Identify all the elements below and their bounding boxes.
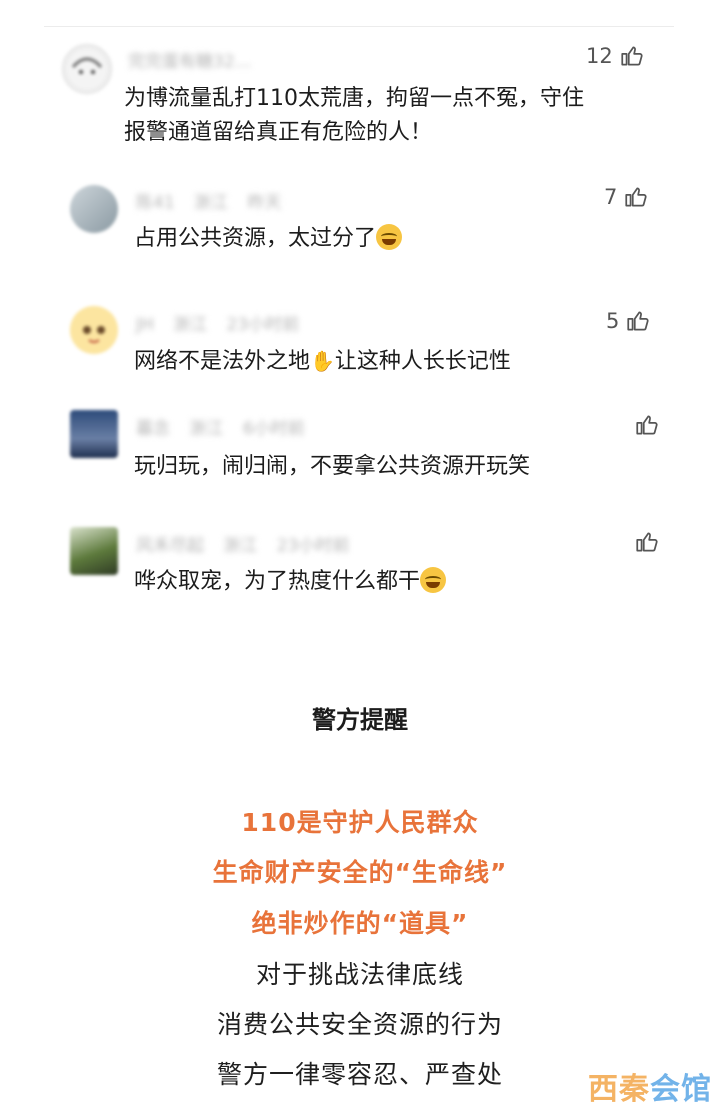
comment-location: 浙江 — [223, 536, 258, 556]
praying-hands-emoji-icon: ✋ — [310, 349, 335, 373]
comment-text: 占用公共资源，太过分了 — [134, 222, 403, 256]
notice-line: 绝非炒作的“道具” — [251, 909, 469, 938]
comment-meta: 完完蛋有糖32… — [128, 47, 252, 72]
notice-line: 110是守护人民群众 — [241, 808, 479, 837]
username[interactable]: 完完蛋有糖32… — [128, 52, 252, 72]
comment-location: 浙江 — [194, 193, 229, 213]
comment-meta: 陈41 浙江 昨天 — [136, 188, 281, 213]
thumbs-up-icon — [636, 532, 658, 552]
watermark-logo: 西秦会馆 — [588, 1064, 712, 1108]
username[interactable]: 暮念 — [136, 419, 170, 439]
like-count: 7 — [604, 185, 618, 209]
user-avatar[interactable] — [70, 527, 118, 575]
comment-time: 昨天 — [247, 193, 282, 213]
user-avatar[interactable] — [70, 410, 118, 458]
comment-text-line: 网络不是法外之地 — [134, 349, 311, 374]
comment-text-line: 为博流量乱打110太荒唐，拘留一点不冤，守住 — [124, 86, 584, 111]
user-avatar[interactable] — [70, 306, 118, 354]
comment-time: 23小时前 — [276, 536, 350, 556]
comment-location: 浙江 — [173, 315, 208, 335]
laughing-tears-emoji-icon — [420, 567, 447, 593]
notice-title: 警方提醒 — [312, 706, 408, 734]
username[interactable]: 陈41 — [136, 193, 175, 213]
comment-meta: JH 浙江 23小时前 — [136, 310, 299, 335]
comment-text-line: 哗众取宠，为了热度什么都干 — [134, 569, 421, 594]
username[interactable]: JH — [136, 315, 154, 335]
user-avatar[interactable] — [62, 44, 112, 94]
watermark-text: 西秦 — [588, 1072, 650, 1107]
comment-meta: 风禾尽起 浙江 23小时前 — [136, 531, 349, 556]
comment-text-line: 玩归玩，闹归闹，不要拿公共资源开玩笑 — [134, 454, 531, 479]
comment-text-line: 让这种人长长记性 — [334, 349, 511, 374]
laughing-tears-emoji-icon — [376, 224, 403, 250]
comment-text: 哗众取宠，为了热度什么都干 — [134, 565, 447, 599]
like-button[interactable] — [628, 529, 660, 555]
watermark-text: 会馆 — [650, 1072, 712, 1107]
comment-text-line: 占用公共资源，太过分了 — [134, 226, 377, 251]
comment-text: 玩归玩，闹归闹，不要拿公共资源开玩笑 — [134, 450, 530, 484]
like-button[interactable] — [628, 412, 660, 438]
like-count: 5 — [606, 309, 620, 333]
username[interactable]: 风禾尽起 — [136, 536, 204, 556]
comment-time: 23小时前 — [226, 315, 300, 335]
like-button[interactable]: 7 — [604, 184, 649, 210]
comment-location: 浙江 — [189, 419, 224, 439]
user-avatar[interactable] — [70, 185, 118, 233]
thumbs-up-icon — [621, 46, 643, 66]
like-count: 12 — [586, 44, 613, 68]
like-button[interactable]: 12 — [586, 43, 645, 69]
thumbs-up-icon — [636, 415, 658, 435]
comment-time: 6小时前 — [242, 419, 305, 439]
notice-line: 对于挑战法律底线 — [255, 960, 464, 989]
thumbs-up-icon — [627, 311, 649, 331]
comment-text-line: 报警通道留给真正有危险的人！ — [124, 120, 433, 145]
notice-line: 消费公共安全资源的行为 — [216, 1010, 503, 1039]
comment-text: 为博流量乱打110太荒唐，拘留一点不冤，守住 报警通道留给真正有危险的人！ — [124, 82, 584, 150]
like-button[interactable]: 5 — [606, 308, 651, 334]
top-divider — [44, 26, 674, 27]
notice-line: 生命财产安全的“生命线” — [212, 858, 508, 887]
thumbs-up-icon — [625, 187, 647, 207]
comment-text: 网络不是法外之地✋让这种人长长记性 — [134, 344, 511, 379]
comment-meta: 暮念 浙江 6小时前 — [136, 414, 305, 439]
